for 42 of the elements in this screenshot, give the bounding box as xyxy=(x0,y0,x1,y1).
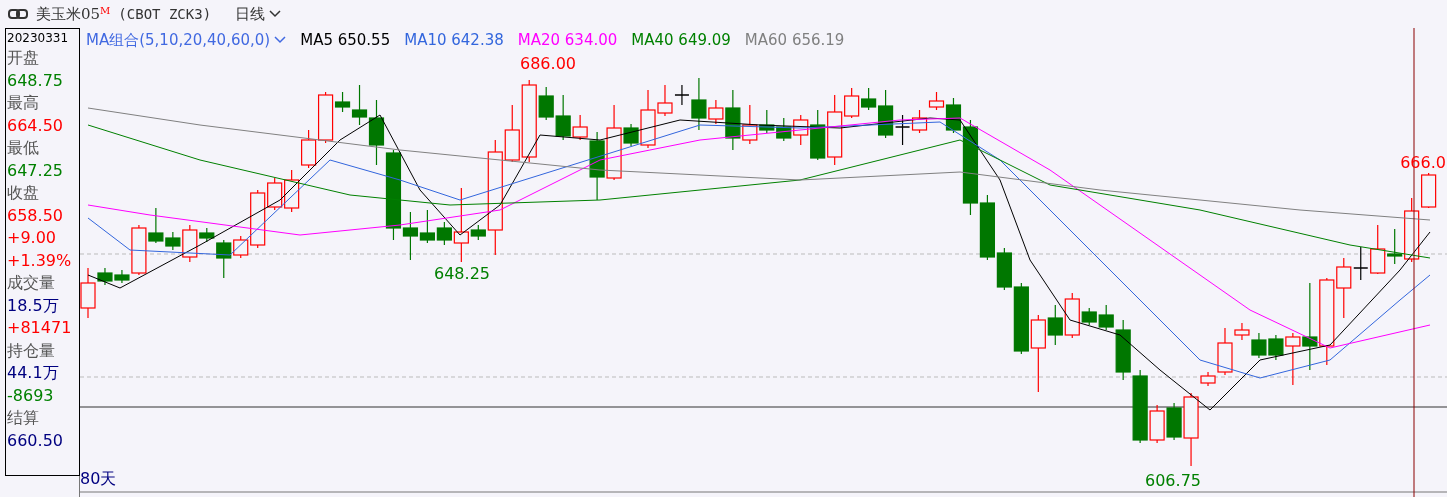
info-value: 648.75 xyxy=(7,69,64,92)
candle xyxy=(1251,332,1267,359)
ma-legend-text: MA40 649.09 xyxy=(631,30,731,51)
info-value: 最低 xyxy=(7,137,40,159)
info-value: 660.50 xyxy=(7,429,64,452)
price-label: 648.25 xyxy=(434,264,490,283)
info-value: 开盘 xyxy=(7,47,40,69)
chevron-icon xyxy=(269,10,282,18)
info-value: +9.00 xyxy=(7,227,58,249)
info-value: 收盘 xyxy=(7,182,40,204)
indicator-dropdown[interactable]: MA组合(5,10,20,40,60,0) xyxy=(86,29,287,52)
ma-legend-text: MA5 650.55 xyxy=(300,30,391,51)
info-value: 658.50 xyxy=(7,204,64,227)
info-value: 44.1万 xyxy=(7,362,60,384)
info-value: 最高 xyxy=(7,92,40,114)
candle xyxy=(301,129,317,169)
info-value: 持仓量 xyxy=(7,339,56,362)
info-value: 成交量 xyxy=(7,272,56,294)
ma-legend-text: MA60 656.19 xyxy=(744,30,845,51)
info-value: -8693 xyxy=(7,384,55,407)
link-icon[interactable] xyxy=(8,9,28,19)
chevron-icon xyxy=(274,36,287,45)
info-value: +81471 xyxy=(7,317,73,339)
info-value: 647.25 xyxy=(7,159,64,182)
candle xyxy=(419,209,435,244)
price-label: 686.00 xyxy=(520,54,576,73)
period-count-text: 80天 xyxy=(80,468,117,490)
price-label: 666.0 xyxy=(1400,153,1446,172)
candle xyxy=(911,109,928,134)
info-value: 664.50 xyxy=(7,114,64,137)
instrument-code: (CBOT ZCK3) xyxy=(118,4,212,24)
period-dropdown[interactable]: 日线 xyxy=(235,2,282,26)
info-value: 结算 xyxy=(7,407,40,429)
candle xyxy=(776,117,792,142)
ma-legend-text: MA10 642.38 xyxy=(404,30,504,51)
date-text: 20230331 xyxy=(7,30,70,47)
instrument-title: 美玉米05$^{M}$ xyxy=(36,3,111,25)
info-value: 18.5万 xyxy=(7,294,60,317)
ma-legend-text: MA20 634.00 xyxy=(517,30,618,51)
info-value: +1.39% xyxy=(7,249,73,272)
price-label: 606.75 xyxy=(1145,471,1201,490)
candle xyxy=(284,169,300,213)
